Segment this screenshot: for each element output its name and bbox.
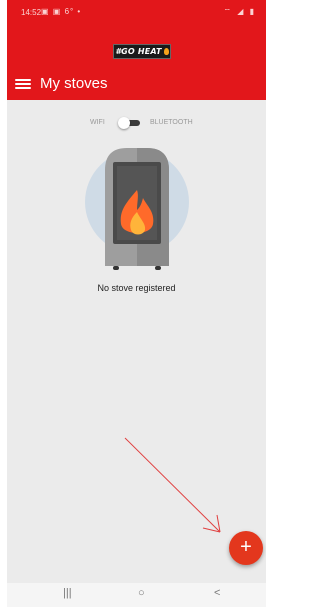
app-screen: 14:52 ▣ ▣ 6° • ⌔ ◢ ▮ #GO HEAT My stoves …	[7, 0, 266, 607]
annotation-arrow	[124, 437, 221, 533]
recents-button[interactable]: |||	[63, 587, 72, 599]
home-button[interactable]: ○	[138, 587, 145, 599]
back-button[interactable]: <	[214, 587, 220, 599]
add-stove-button[interactable]: +	[229, 531, 263, 565]
system-nav-bar: ||| ○ <	[7, 583, 266, 607]
